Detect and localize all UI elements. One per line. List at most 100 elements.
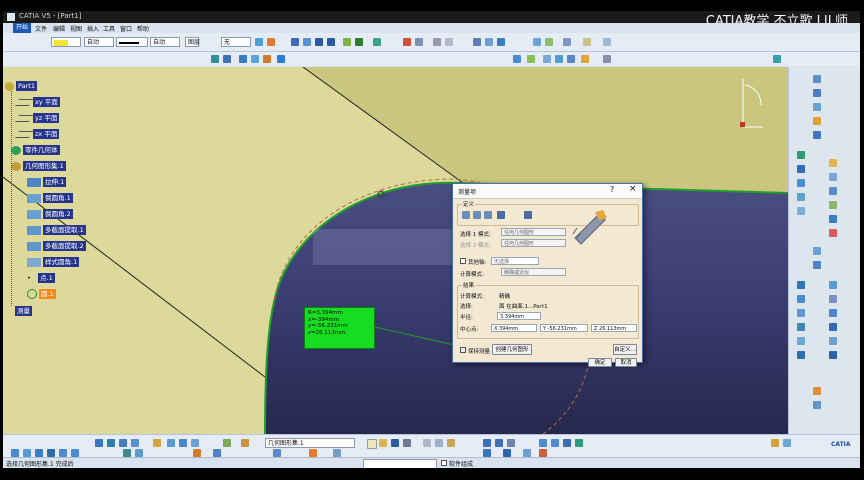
customize-button[interactable]: 自定义... [613, 344, 637, 355]
print-icon[interactable] [403, 439, 411, 447]
rotate-view-icon[interactable] [107, 439, 115, 447]
tree-item[interactable]: zx 平面 [14, 129, 60, 139]
zoom-in-icon[interactable] [119, 439, 127, 447]
translate-icon[interactable] [603, 55, 611, 63]
keep-measure-checkbox[interactable] [460, 347, 466, 353]
combine-tool-icon[interactable] [829, 337, 837, 345]
tree-item[interactable]: 倒圆角.1 [27, 193, 73, 203]
tool-icon[interactable] [773, 55, 781, 63]
line-thickness-select[interactable] [116, 37, 148, 47]
iso-view-icon[interactable] [223, 55, 231, 63]
pan-bottom-icon[interactable] [11, 449, 19, 457]
extrude-tool-icon[interactable] [797, 151, 805, 159]
measure-annotation[interactable]: R=3.394mm x=-394mm y=-56.231mm z=26.113m… [304, 307, 375, 349]
paint-icon[interactable] [255, 38, 263, 46]
chamfer-tool-icon[interactable] [813, 261, 821, 269]
analysis-tool-icon[interactable] [813, 387, 821, 395]
tree-item[interactable]: 几何图形集.1 [11, 161, 66, 171]
plane-tool-icon[interactable] [813, 117, 821, 125]
status-checkbox[interactable] [441, 460, 447, 466]
render-style-icon[interactable] [179, 439, 187, 447]
search-icon[interactable] [483, 449, 491, 457]
line-type-select[interactable]: 自动 [84, 37, 114, 47]
circle-tool-icon[interactable] [813, 131, 821, 139]
hide-icon[interactable] [251, 55, 259, 63]
3d-viewport[interactable]: Part1 xy 平面 yz 平面 zx 平面 零件几何体 几何图形集.1 拉伸… [3, 67, 788, 434]
compass-icon[interactable] [415, 38, 423, 46]
geometrical-set-select[interactable]: 几何图形集.1 [265, 438, 355, 448]
plane-icon[interactable] [497, 38, 505, 46]
fill-tool-icon[interactable] [797, 193, 805, 201]
tree-item[interactable]: 样式圆角.1 [27, 257, 80, 267]
connect-tool-icon[interactable] [829, 351, 837, 359]
catalog-icon[interactable] [503, 449, 511, 457]
zoom-area-icon[interactable] [23, 449, 31, 457]
line-weight-select[interactable]: 自动 [150, 37, 180, 47]
paste-icon[interactable] [447, 439, 455, 447]
pan-icon[interactable] [355, 38, 363, 46]
menu-view[interactable]: 视图 [70, 24, 82, 33]
measure-thickness-icon[interactable] [524, 211, 532, 219]
extract-icon[interactable] [567, 55, 575, 63]
tree-root[interactable]: Part1 [5, 81, 37, 91]
cancel-button[interactable]: 取消 [615, 358, 637, 367]
workbench-icon[interactable] [771, 439, 779, 447]
line-tool-icon[interactable] [813, 103, 821, 111]
menu-window[interactable]: 窗口 [120, 24, 132, 33]
point-tool-icon[interactable] [813, 89, 821, 97]
normal-view-icon[interactable] [211, 55, 219, 63]
wireframe-tool-icon[interactable] [813, 75, 821, 83]
fit-bottom-icon[interactable] [35, 449, 43, 457]
fillet-tool-icon-2[interactable] [813, 247, 821, 255]
arrow-icon[interactable] [291, 38, 299, 46]
swap-space-icon[interactable] [223, 439, 231, 447]
analysis-icon[interactable] [333, 449, 341, 457]
color-select[interactable] [51, 37, 81, 47]
split-icon[interactable] [527, 55, 535, 63]
color-icon[interactable] [213, 449, 221, 457]
close-button[interactable]: × [629, 184, 637, 194]
selection2-mode-select[interactable]: 任何几何图形 [501, 239, 566, 247]
grid-icon[interactable] [433, 38, 441, 46]
boundary-icon[interactable] [555, 55, 563, 63]
zoom-icon[interactable] [71, 449, 79, 457]
join-tool-icon[interactable] [829, 187, 837, 195]
library-icon[interactable] [523, 449, 531, 457]
record-icon[interactable] [539, 449, 547, 457]
tree-item[interactable]: xy 平面 [14, 97, 60, 107]
cut-icon[interactable] [423, 439, 431, 447]
menu-help[interactable]: 帮助 [137, 24, 149, 33]
brush-icon[interactable] [267, 38, 275, 46]
help-button[interactable]: ? [610, 185, 614, 194]
select-icon[interactable] [473, 38, 481, 46]
join-icon[interactable] [513, 55, 521, 63]
loft-tool-icon[interactable] [797, 207, 805, 215]
affinity-tool-icon[interactable] [797, 337, 805, 345]
intersect-tool-icon[interactable] [829, 323, 837, 331]
filter-icon[interactable] [485, 38, 493, 46]
split-tool-icon[interactable] [829, 229, 837, 237]
shading-icon[interactable] [239, 55, 247, 63]
redo-bottom-icon[interactable] [495, 439, 503, 447]
tree-item[interactable]: • 点.1 [27, 273, 55, 283]
measure-between-icon-d[interactable] [462, 211, 470, 219]
menu-file[interactable]: 文件 [35, 24, 47, 33]
undo-bottom-icon[interactable] [483, 439, 491, 447]
copy-icon[interactable] [435, 439, 443, 447]
symmetry-tool-icon[interactable] [797, 309, 805, 317]
fillet-icon[interactable] [583, 38, 591, 46]
new-icon[interactable] [367, 439, 377, 449]
ruler-icon[interactable] [241, 439, 249, 447]
swap-icon[interactable] [263, 55, 271, 63]
other-axis-checkbox[interactable] [460, 258, 466, 264]
tree-measure[interactable]: 测量 [15, 306, 32, 316]
sketch-icon[interactable] [533, 38, 541, 46]
measure-item-icon-d[interactable] [497, 211, 505, 219]
tree-item[interactable]: yz 平面 [14, 113, 60, 123]
iso-icon[interactable] [123, 449, 131, 457]
save-icon[interactable] [391, 439, 399, 447]
view-icon[interactable] [373, 38, 381, 46]
wand-icon[interactable] [309, 449, 317, 457]
wireframe-icon[interactable] [603, 38, 611, 46]
blend-tool-icon[interactable] [829, 173, 837, 181]
